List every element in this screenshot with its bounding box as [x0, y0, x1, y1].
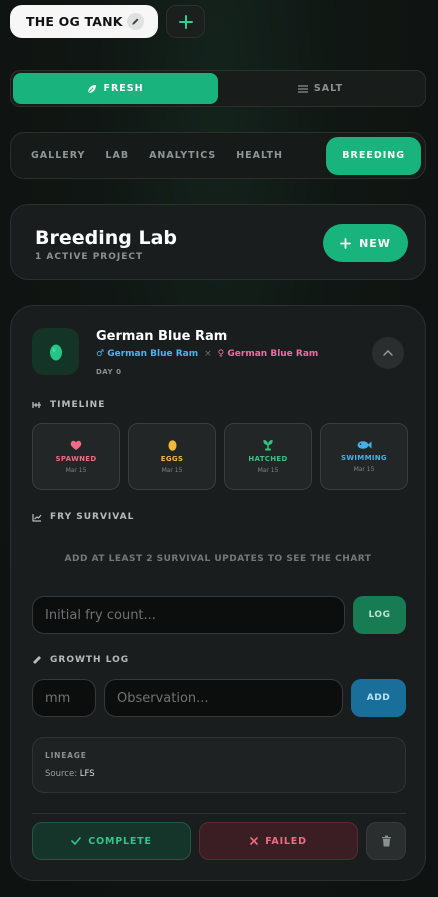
timeline-label: TIMELINE [50, 400, 106, 410]
lineage-label: LINEAGE [45, 751, 87, 760]
breeding-header: Breeding Lab 1 ACTIVE PROJECT NEW [10, 204, 426, 280]
timeline-heading: TIMELINE [32, 400, 105, 410]
female-parent: ♀ German Blue Ram [218, 349, 319, 359]
leaf-icon [88, 84, 97, 93]
tab-gallery[interactable]: GALLERY [21, 137, 95, 175]
tab-breeding[interactable]: BREEDING [326, 136, 421, 175]
water-type-toggle: FRESH SALT [10, 70, 426, 107]
stage-date: Mar 15 [161, 467, 183, 474]
active-project-count: 1 ACTIVE PROJECT [35, 252, 144, 262]
complete-button[interactable]: COMPLETE [32, 822, 191, 860]
check-icon [71, 837, 82, 845]
complete-label: COMPLETE [88, 835, 152, 847]
fresh-label: FRESH [103, 83, 144, 94]
waves-icon [297, 84, 308, 93]
stage-label: EGGS [160, 455, 184, 463]
female-name: German Blue Ram [227, 349, 319, 359]
project-species: German Blue Ram [96, 329, 228, 344]
project-card: German Blue Ram ♂ German Blue Ram × ♀ Ge… [10, 305, 426, 881]
observation-input[interactable] [104, 679, 343, 717]
fresh-option[interactable]: FRESH [13, 73, 218, 104]
fry-survival-heading: FRY SURVIVAL [32, 512, 134, 522]
lineage-source: Source: LFS [45, 769, 95, 779]
fry-survival-label: FRY SURVIVAL [50, 512, 135, 522]
stage-label: HATCHED [248, 455, 288, 463]
timeline-icon [32, 402, 41, 408]
female-icon: ♀ [217, 349, 225, 359]
failed-label: FAILED [265, 835, 307, 847]
fish-icon [357, 441, 371, 449]
mm-input[interactable] [32, 679, 96, 717]
stage-date: Mar 15 [257, 467, 279, 474]
section-nav: GALLERY LAB ANALYTICS HEALTH BREEDING [10, 132, 426, 179]
growth-log-heading: GROWTH LOG [32, 655, 129, 665]
stage-eggs[interactable]: EGGS Mar 15 [128, 423, 216, 490]
project-day: DAY 0 [96, 368, 122, 376]
pencil-icon[interactable] [127, 13, 144, 30]
plus-icon [178, 14, 193, 29]
stage-spawned[interactable]: SPAWNED Mar 15 [32, 423, 120, 490]
cross-symbol: × [204, 349, 212, 359]
salt-label: SALT [313, 83, 344, 94]
tab-health[interactable]: HEALTH [226, 137, 293, 175]
stage-swimming[interactable]: SWIMMING Mar 15 [320, 423, 408, 490]
stage-label: SPAWNED [55, 454, 97, 463]
tank-name: THE OG TANK [26, 14, 123, 29]
divider [32, 813, 406, 814]
stage-hatched[interactable]: HATCHED Mar 15 [224, 423, 312, 490]
stage-label: SWIMMING [341, 454, 387, 462]
add-tank-button[interactable] [166, 5, 205, 38]
source-value: LFS [79, 769, 95, 779]
tab-lab[interactable]: LAB [95, 137, 139, 175]
fry-count-input[interactable] [32, 596, 345, 634]
trash-icon [381, 835, 391, 847]
tank-tab[interactable]: THE OG TANK [10, 5, 158, 38]
male-name: German Blue Ram [107, 349, 199, 359]
failed-button[interactable]: FAILED [199, 822, 358, 860]
page-title: Breeding Lab [35, 227, 178, 249]
new-label: NEW [359, 236, 391, 250]
add-growth-button[interactable]: ADD [351, 679, 406, 717]
lineage-box: LINEAGE Source: LFS [32, 737, 406, 793]
egg-icon [32, 328, 79, 375]
salt-option[interactable]: SALT [218, 73, 423, 104]
plus-icon [340, 237, 351, 249]
new-project-button[interactable]: NEW [323, 224, 408, 262]
delete-button[interactable] [366, 822, 406, 860]
parents: ♂ German Blue Ram × ♀ German Blue Ram [96, 349, 318, 359]
x-icon [250, 837, 259, 845]
heart-icon [70, 440, 82, 450]
male-icon: ♂ [96, 349, 105, 359]
stage-date: Mar 15 [353, 466, 375, 473]
chart-line-icon [32, 513, 42, 522]
sprout-icon [263, 440, 273, 451]
collapse-button[interactable] [372, 337, 404, 369]
survival-chart-placeholder: ADD AT LEAST 2 SURVIVAL UPDATES TO SEE T… [64, 554, 372, 564]
timeline: SPAWNED Mar 15 EGGS Mar 15 HATCHED Mar 1… [32, 423, 408, 490]
male-parent: ♂ German Blue Ram [96, 349, 198, 359]
log-button[interactable]: LOG [353, 596, 406, 634]
egg-icon [168, 440, 176, 451]
stage-date: Mar 15 [65, 466, 87, 474]
growth-log-label: GROWTH LOG [50, 655, 130, 665]
ruler-icon [33, 656, 41, 664]
chevron-up-icon [383, 350, 393, 356]
source-prefix: Source: [45, 769, 78, 779]
tab-analytics[interactable]: ANALYTICS [139, 137, 226, 175]
